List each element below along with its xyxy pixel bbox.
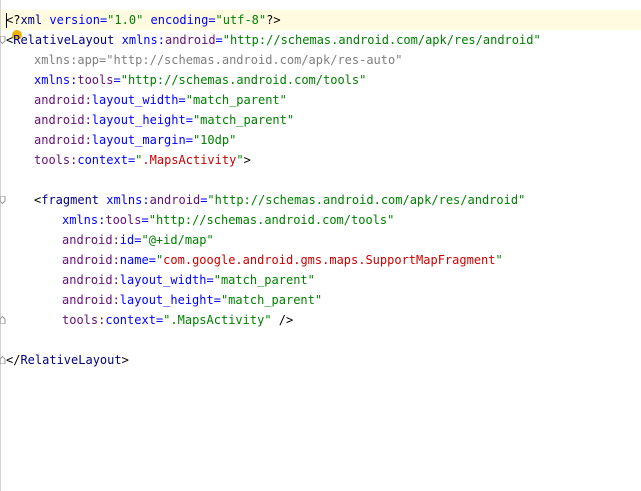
code-token: xmlns:: [114, 33, 165, 47]
code-token: "match_parent": [185, 93, 287, 107]
code-token: =: [178, 93, 186, 107]
code-token: ".MapsActivity": [163, 313, 272, 327]
code-token: >: [121, 353, 129, 367]
code-token: android:: [62, 293, 120, 307]
code-token: xml: [20, 13, 43, 27]
code-line-11: xmlns:tools="http://schemas.android.com/…: [62, 210, 394, 230]
code-token: =: [185, 133, 193, 147]
code-token: "http://schemas.android.com/tools": [120, 73, 367, 87]
code-token: android:: [34, 133, 92, 147]
code-token: android:: [34, 93, 92, 107]
code-token: xmlns:: [34, 73, 78, 87]
code-token: "http://schemas.android.com/tools": [148, 213, 395, 227]
code-token: layout_width: [91, 93, 179, 107]
code-token: version=: [42, 13, 108, 27]
code-line-15: android:layout_height="match_parent": [62, 290, 322, 310]
code-token: ?>: [266, 13, 281, 27]
code-token: ": [236, 153, 244, 167]
code-line-4: xmlns:tools="http://schemas.android.com/…: [34, 70, 366, 90]
code-token: layout_height: [119, 293, 214, 307]
code-line-3: xmlns:app="http://schemas.android.com/ap…: [34, 50, 402, 70]
code-token: "@+id/map": [141, 233, 214, 247]
code-line-1: <?xml version="1.0" encoding="utf-8"?>: [6, 10, 281, 30]
code-token: android:: [62, 253, 120, 267]
code-token: xmlns:: [62, 213, 106, 227]
code-token: context: [77, 153, 128, 167]
code-line-12: android:id="@+id/map": [62, 230, 214, 250]
code-token: .MapsActivity: [142, 153, 237, 167]
code-token: =: [215, 33, 223, 47]
code-line-13: android:name= "com.google.android.gms.map…: [62, 250, 503, 270]
code-token: com.google.android.gms.maps.SupportMapFr…: [163, 253, 496, 267]
code-token: RelativeLayout: [20, 353, 122, 367]
code-token: "10dp": [192, 133, 237, 147]
code-token: android:: [62, 233, 120, 247]
code-token: =: [213, 293, 221, 307]
code-line-6: android:layout_height="match_parent": [34, 110, 294, 130]
code-token: xmlns:app=: [34, 53, 107, 67]
code-token: "match_parent": [192, 113, 295, 127]
code-token: </: [6, 353, 21, 367]
code-token: id: [119, 233, 135, 247]
code-token: android:: [34, 113, 92, 127]
code-line-8: tools:context=".MapsActivity">: [34, 150, 251, 170]
editor-gutter-border: [0, 0, 1, 491]
code-token: tools: [105, 213, 142, 227]
code-token: "match_parent": [213, 273, 315, 287]
code-line-16: tools:context=".MapsActivity" />: [62, 310, 293, 330]
code-token: >: [243, 153, 251, 167]
fold-marker-icon[interactable]: [0, 316, 6, 324]
code-line-10: <fragment xmlns:android="http://schemas.…: [34, 190, 525, 210]
code-token: =: [206, 273, 214, 287]
code-editor[interactable]: <?xml version="1.0" encoding="utf-8"?> <…: [0, 0, 641, 491]
code-token: xmlns:: [99, 193, 150, 207]
code-token: "http://schemas.android.com/apk/res-auto…: [106, 53, 403, 67]
code-token: tools:: [34, 153, 78, 167]
code-token: =: [148, 253, 156, 267]
code-line-2: <RelativeLayout xmlns:android="http://sc…: [6, 30, 541, 50]
code-token: context: [105, 313, 156, 327]
code-line-14: android:layout_width="match_parent": [62, 270, 315, 290]
code-token: RelativeLayout: [13, 33, 115, 47]
text-cursor: [6, 13, 7, 28]
code-line-18: </RelativeLayout>: [6, 350, 129, 370]
code-token: layout_margin: [91, 133, 186, 147]
code-line-5: android:layout_width="match_parent": [34, 90, 287, 110]
code-token: <?: [6, 13, 21, 27]
code-token: "1.0": [107, 13, 144, 27]
code-token: />: [271, 313, 294, 327]
code-token: =: [185, 113, 193, 127]
code-line-7: android:layout_margin="10dp": [34, 130, 236, 150]
code-token: "http://schemas.android.com/apk/res/andr…: [222, 33, 541, 47]
code-token: fragment: [41, 193, 100, 207]
code-token: android: [149, 193, 201, 207]
code-token: "match_parent": [220, 293, 323, 307]
code-token: android:: [62, 273, 120, 287]
code-token: encoding=: [143, 13, 216, 27]
code-token: android: [164, 33, 216, 47]
code-token: "utf-8": [215, 13, 267, 27]
code-token: name: [119, 253, 149, 267]
code-token: layout_height: [91, 113, 186, 127]
fold-marker-icon[interactable]: [0, 196, 6, 204]
code-token: =: [141, 213, 149, 227]
code-token: tools:: [62, 313, 106, 327]
code-token: tools: [77, 73, 114, 87]
code-token: ": [495, 253, 503, 267]
code-token: layout_width: [119, 273, 207, 287]
code-token: "http://schemas.android.com/apk/res/andr…: [207, 193, 526, 207]
code-token: =: [113, 73, 121, 87]
